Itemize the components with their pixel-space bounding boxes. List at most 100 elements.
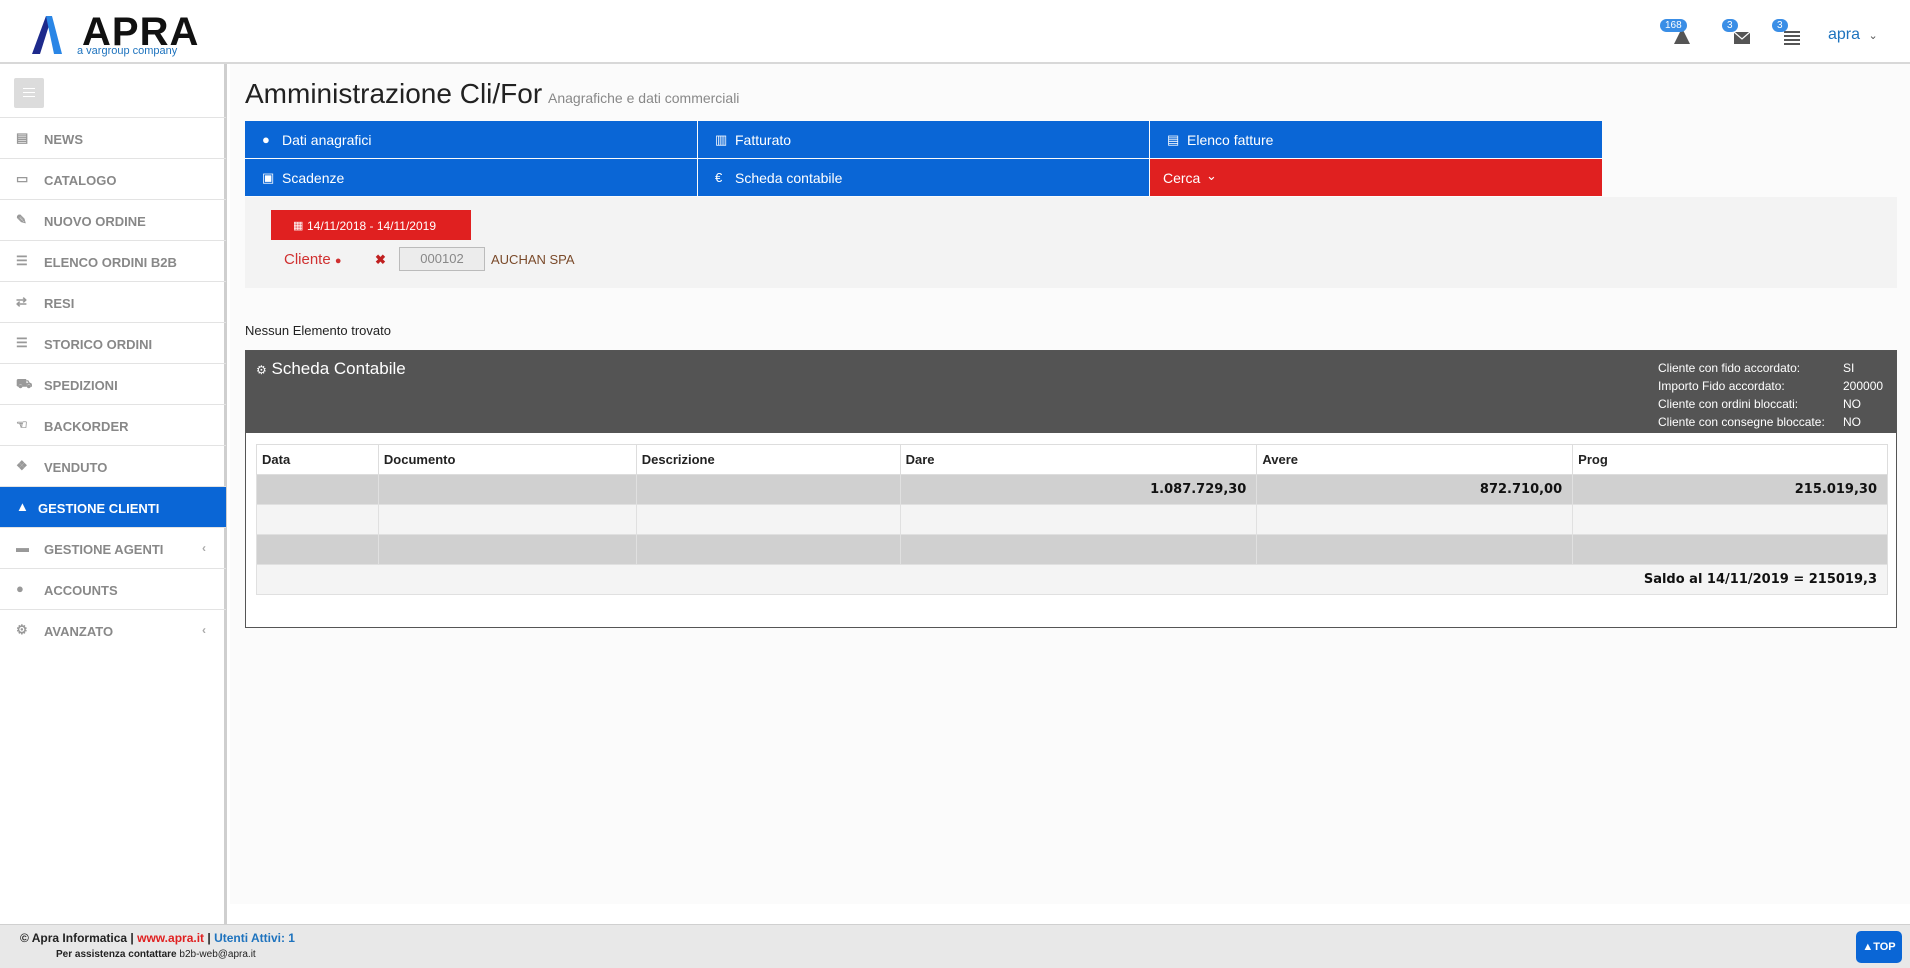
column-header-avere[interactable]: Avere (1256, 444, 1574, 475)
gears-icon: ⚙ (256, 363, 267, 377)
sidebar: ▤ NEWS ▭ CATALOGO ✎ NUOVO ORDINE ☰ ELENCO ORDIN… (0, 64, 227, 924)
tasks-button[interactable]: 3 (1772, 19, 1802, 48)
column-header-dare[interactable]: Dare (899, 444, 1258, 475)
table-cell (1256, 534, 1574, 565)
scroll-top-button[interactable]: ▲TOP (1856, 931, 1902, 963)
column-header-descrizione[interactable]: Descrizione (635, 444, 901, 475)
messages-count-badge: 3 (1722, 19, 1738, 32)
table-cell (635, 504, 901, 535)
credit-info-value: NO (1843, 415, 1861, 429)
list-icon: ▤ (1167, 132, 1180, 147)
sidebar-item-resi[interactable]: ⇄ RESI (0, 281, 226, 322)
alerts-button[interactable]: 168 (1660, 19, 1690, 48)
copyright-text: © Apra Informatica | (20, 931, 134, 945)
sidebar-item-avanzato[interactable]: ⚙ AVANZATO ‹ (0, 609, 226, 650)
sidebar-item-gestione-clienti[interactable]: ▲ GESTIONE CLIENTI (0, 486, 226, 527)
tab-label: Elenco fatture (1187, 132, 1274, 148)
credit-info-key: Cliente con consegne bloccate: (1658, 415, 1825, 429)
sidebar-item-backorder[interactable]: ☜ BACKORDER (0, 404, 226, 445)
ledger-body: 1.087.729,30 872.710,00 215.019,30 Saldo al… (256, 474, 1888, 595)
table-cell: 872.710,00 (1256, 474, 1574, 505)
tab-cerca[interactable]: Cerca ⌄ (1150, 159, 1602, 196)
tab-fatturato[interactable]: ▥ Fatturato (698, 121, 1149, 158)
apra-logo[interactable]: APRA a vargroup company (28, 10, 208, 60)
footer: © Apra Informatica | www.apra.it | Utent… (0, 924, 1910, 968)
sidebar-item-label: GESTIONE CLIENTI (38, 501, 160, 516)
sidebar-item-spedizioni[interactable]: ⛟ SPEDIZIONI (0, 363, 226, 404)
sidebar-toggle-button[interactable] (14, 78, 44, 108)
column-header-data[interactable]: Data (256, 444, 379, 475)
cliente-label[interactable]: Cliente ● (284, 251, 342, 268)
tab-scheda-contabile[interactable]: € Scheda contabile (698, 159, 1149, 196)
tab-label: Scheda contabile (735, 170, 843, 186)
table-cell (256, 534, 379, 565)
table-cell (635, 474, 901, 505)
table-cell (899, 534, 1258, 565)
calendar-icon: ▦ (293, 220, 304, 232)
footer-separator: | (207, 931, 211, 945)
table-row (256, 504, 1888, 535)
user-icon: ● (262, 132, 270, 147)
table-cell: 1.087.729,30 (899, 474, 1258, 505)
sidebar-item-nuovo-ordine[interactable]: ✎ NUOVO ORDINE (0, 199, 226, 240)
ledger-table: Data Documento Descrizione Dare Avere Prog 1.… (256, 444, 1888, 595)
sidebar-item-news[interactable]: ▤ NEWS (0, 117, 226, 158)
top-header: APRA a vargroup company 168 3 3 apra ⌄ (0, 0, 1910, 64)
bell-icon: ▲ (16, 499, 29, 514)
saldo-text: Saldo al 14/11/2019 = 215019,3 (256, 564, 1888, 595)
sidebar-item-label: SPEDIZIONI (44, 378, 118, 393)
alerts-count-badge: 168 (1660, 19, 1687, 32)
sidebar-item-catalogo[interactable]: ▭ CATALOGO (0, 158, 226, 199)
credit-info-key: Importo Fido accordato: (1658, 379, 1785, 393)
hamburger-icon (23, 88, 35, 89)
cliente-name: AUCHAN SPA (491, 252, 575, 267)
bar-chart-icon: ▥ (715, 132, 728, 147)
cliente-code-field[interactable]: 000102 (399, 247, 485, 271)
support-email[interactable]: b2b-web@apra.it (179, 949, 255, 960)
sidebar-item-label: AVANZATO (44, 624, 114, 639)
user-icon: ● (334, 255, 342, 267)
sidebar-nav: ▤ NEWS ▭ CATALOGO ✎ NUOVO ORDINE ☰ ELENCO ORDIN… (0, 117, 226, 650)
list-icon: ☰ (16, 335, 28, 350)
cliente-label-text: Cliente (284, 251, 331, 268)
table-cell (377, 504, 637, 535)
sidebar-item-label: NEWS (44, 132, 83, 147)
date-range-label: 14/11/2018 - 14/11/2019 (307, 219, 436, 233)
credit-info-key: Cliente con ordini bloccati: (1658, 397, 1799, 411)
support-line: Per assistenza contattare b2b-web@apra.i… (56, 949, 256, 960)
column-header-prog[interactable]: Prog (1572, 444, 1888, 475)
chevron-down-icon: ⌄ (1868, 30, 1878, 42)
table-cell (1572, 504, 1888, 535)
sidebar-item-elenco-ordini-b2b[interactable]: ☰ ELENCO ORDINI B2B (0, 240, 226, 281)
page-subtitle: Anagrafiche e dati commerciali (548, 90, 740, 106)
chevron-down-icon: ⌄ (1206, 168, 1217, 183)
hamburger-line (23, 96, 35, 97)
tab-label: Fatturato (735, 132, 792, 148)
chevron-left-icon: ‹ (202, 541, 206, 555)
column-header-documento[interactable]: Documento (377, 444, 637, 475)
sidebar-item-venduto[interactable]: ❖ VENDUTO (0, 445, 226, 486)
top-label: TOP (1873, 941, 1896, 953)
sidebar-item-gestione-agenti[interactable]: ▬ GESTIONE AGENTI ‹ (0, 527, 226, 568)
user-menu[interactable]: apra ⌄ (1828, 26, 1878, 44)
credit-info-value: 200000 (1843, 379, 1884, 393)
site-link[interactable]: www.apra.it (137, 931, 204, 945)
remove-cliente-icon[interactable]: ✖ (375, 252, 386, 268)
sidebar-item-storico-ordini[interactable]: ☰ STORICO ORDINI (0, 322, 226, 363)
panel-title-text: Scheda Contabile (271, 359, 406, 378)
sidebar-item-label: VENDUTO (44, 460, 108, 475)
credit-info-value: NO (1843, 397, 1861, 411)
credit-info-value: SI (1843, 361, 1855, 375)
dropbox-icon: ❖ (16, 458, 28, 473)
chevron-left-icon: ‹ (202, 623, 206, 637)
table-cell (635, 534, 901, 565)
messages-button[interactable]: 3 (1722, 19, 1752, 48)
main-content: Amministrazione Cli/For Anagrafiche e da… (230, 64, 1910, 904)
panel-title: ⚙ Scheda Contabile (256, 359, 406, 379)
sidebar-item-accounts[interactable]: ● ACCOUNTS (0, 568, 226, 609)
tab-dati-anagrafici[interactable]: ● Dati anagrafici (245, 121, 697, 158)
newspaper-icon: ▤ (16, 130, 29, 145)
date-range-button[interactable]: ▦ 14/11/2018 - 14/11/2019 (271, 210, 471, 240)
tab-elenco-fatture[interactable]: ▤ Elenco fatture (1150, 121, 1602, 158)
tab-scadenze[interactable]: ▣ Scadenze (245, 159, 697, 196)
